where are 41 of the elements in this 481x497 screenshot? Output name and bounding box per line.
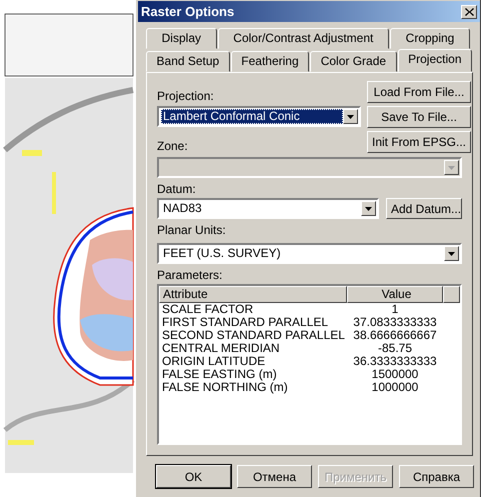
tab[interactable]: Band Setup <box>146 51 230 72</box>
dialog-button[interactable]: Справка <box>399 465 474 488</box>
table-cell-text: SCALE FACTOR <box>162 303 254 316</box>
table-cell-text: 38.6666666667 <box>352 329 438 342</box>
table-cell-text: FIRST STANDARD PARALLEL <box>162 316 330 329</box>
table-cell-text: 37.0833333333 <box>352 316 438 329</box>
table-cell-text: CENTRAL MERIDIAN <box>162 342 281 355</box>
field-label: Planar Units: <box>157 223 227 237</box>
file-button[interactable]: Init From EPSG... <box>367 131 472 153</box>
table-cell-text: 1000000 <box>370 381 420 394</box>
field-label: Datum: <box>157 182 197 196</box>
tab[interactable]: Color/Contrast Adjustment <box>218 28 390 49</box>
tab[interactable]: Color Grade <box>310 51 397 72</box>
datum-dropdown[interactable]: NAD83 <box>157 198 379 219</box>
table-cell-text: 1500000 <box>370 368 420 381</box>
tab[interactable]: Feathering <box>230 51 310 72</box>
column-header[interactable]: Value <box>347 286 443 303</box>
close-icon <box>464 8 474 16</box>
add-datum-button[interactable]: Add Datum... <box>386 198 462 219</box>
table-cell-text: -85.75 <box>376 342 414 355</box>
file-button[interactable]: Save To File... <box>367 106 472 128</box>
table-cell-text: SECOND STANDARD PARALLEL <box>162 329 346 342</box>
tab[interactable]: Projection <box>398 49 472 72</box>
tab[interactable]: Display <box>146 28 217 49</box>
field-label: Projection: <box>157 89 215 103</box>
table-cell-text: ORIGIN LATITUDE <box>162 355 266 368</box>
close-button[interactable] <box>461 4 477 18</box>
table-cell-text: 36.3333333333 <box>352 355 438 368</box>
projection-dropdown[interactable]: Lambert Conformal Conic <box>157 106 361 127</box>
column-header[interactable]: Attribute <box>159 286 347 303</box>
field-label: Zone: <box>157 139 189 153</box>
field-label: Parameters: <box>157 268 224 282</box>
units-dropdown[interactable]: FEET (U.S. SURVEY) <box>157 243 462 264</box>
table-cell-text: FALSE NORTHING (m) <box>162 381 289 394</box>
dialog-button[interactable]: OK <box>156 465 231 488</box>
tab[interactable]: Cropping <box>390 28 470 49</box>
file-button[interactable]: Load From File... <box>367 81 472 103</box>
table-cell-text: 1 <box>390 303 400 316</box>
window-title: Raster Options <box>141 4 234 19</box>
dialog-button[interactable]: Отмена <box>237 465 312 488</box>
table-cell-text: FALSE EASTING (m) <box>162 368 278 381</box>
